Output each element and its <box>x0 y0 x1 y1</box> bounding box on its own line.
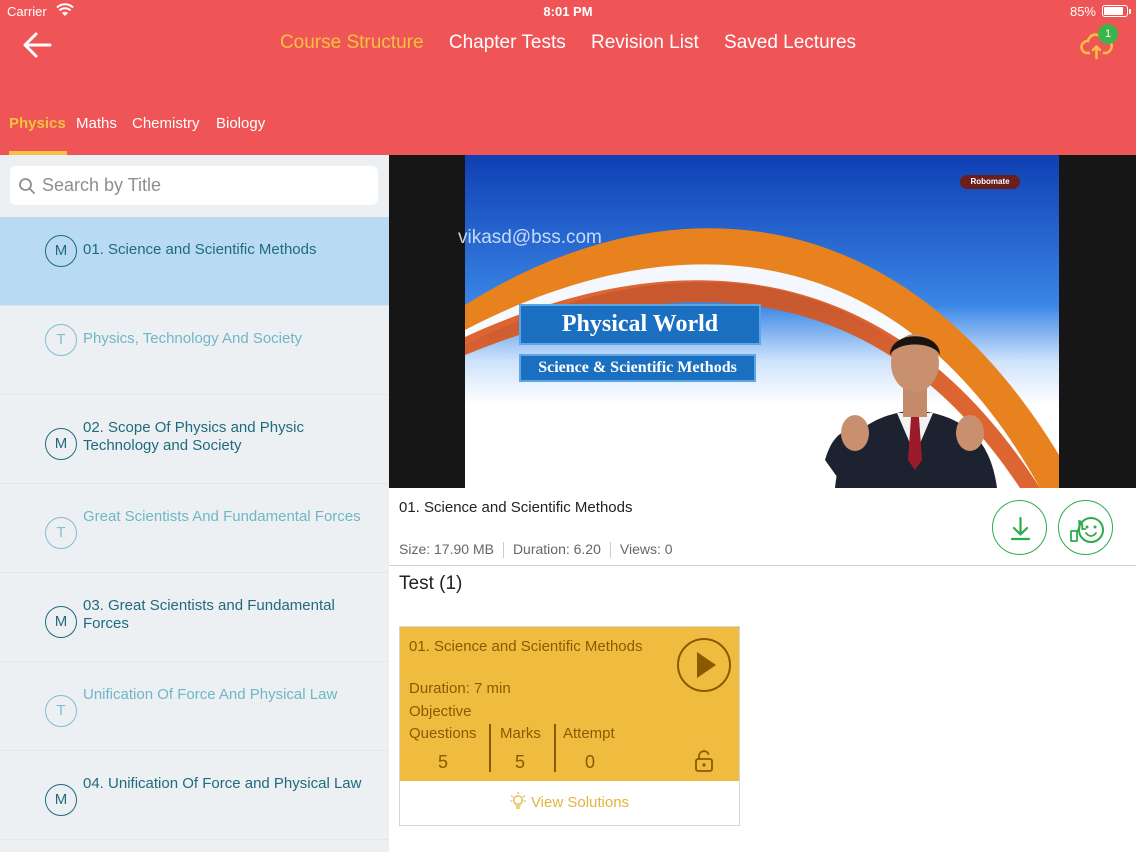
slide-logo: Robomate <box>960 175 1020 189</box>
test-title: 01. Science and Scientific Methods <box>409 638 643 655</box>
module-badge: M <box>45 235 77 267</box>
feedback-button[interactable] <box>1058 500 1113 555</box>
tab-revision-list[interactable]: Revision List <box>591 32 699 54</box>
chapter-item[interactable]: M 03. Great Scientists and Fundamental F… <box>0 573 389 662</box>
tab-chapter-tests[interactable]: Chapter Tests <box>449 32 566 54</box>
chapter-title: Great Scientists And Fundamental Forces <box>83 508 361 525</box>
battery-percentage: 85% <box>1069 4 1096 19</box>
lecture-title: 01. Science and Scientific Methods <box>399 499 633 516</box>
test-badge: T <box>45 695 77 727</box>
lightbulb-icon <box>509 792 526 809</box>
play-icon[interactable] <box>676 637 732 693</box>
unlock-icon <box>695 750 713 772</box>
divider <box>554 724 556 772</box>
marks-label: Marks <box>500 725 541 742</box>
divider <box>489 724 491 772</box>
search-input[interactable] <box>42 166 372 205</box>
status-bar: Carrier 8:01 PM 85% <box>0 0 1136 24</box>
search-icon <box>19 178 35 194</box>
subject-tab-maths[interactable]: Maths <box>76 113 117 155</box>
questions-label: Questions <box>409 725 477 742</box>
test-badge: T <box>45 324 77 356</box>
battery-level <box>1104 7 1123 15</box>
chapter-item[interactable]: M 02. Scope Of Physics and Physic Techno… <box>0 395 389 484</box>
chapter-title: 04. Unification Of Force and Physical La… <box>83 775 362 792</box>
lecture-slide: Robomate Physical World Science & Scient… <box>465 155 1059 488</box>
subject-tab-physics[interactable]: Physics <box>9 113 67 155</box>
subject-tab-biology[interactable]: Biology <box>216 113 265 155</box>
subject-tab-chemistry[interactable]: Chemistry <box>132 113 200 155</box>
chapter-item[interactable]: T Unification Of Force And Physical Law <box>0 662 389 751</box>
slide-title: Physical World <box>519 304 761 345</box>
chapter-item[interactable]: M 01. Science and Scientific Methods <box>0 217 389 306</box>
slide-subtitle: Science & Scientific Methods <box>519 354 756 382</box>
test-card: 01. Science and Scientific Methods Durat… <box>399 626 740 826</box>
lecture-size: Size: 17.90 MB <box>399 541 494 557</box>
divider <box>502 542 504 559</box>
attempt-value: 0 <box>585 752 596 772</box>
view-solutions-label: View Solutions <box>530 794 630 811</box>
chapter-title: 02. Scope Of Physics and Physic Technolo… <box>83 419 304 454</box>
tab-saved-lectures[interactable]: Saved Lectures <box>724 32 856 54</box>
marks-value: 5 <box>515 752 526 772</box>
chapter-title: 03. Great Scientists and Fundamental For… <box>83 597 335 632</box>
search-box <box>10 166 378 205</box>
top-nav: Course Structure Chapter Tests Revision … <box>0 32 1136 54</box>
test-type: Objective <box>409 703 472 720</box>
lecture-views: Views: 0 <box>619 541 673 557</box>
test-duration: Duration: 7 min <box>409 680 511 697</box>
questions-stat: Questions 5 <box>409 725 489 775</box>
chapter-item[interactable]: T Great Scientists And Fundamental Force… <box>0 484 389 573</box>
download-button[interactable] <box>992 500 1047 555</box>
app-header: Carrier 8:01 PM 85% Course Structure Cha… <box>0 0 1136 155</box>
module-badge: M <box>45 428 77 460</box>
marks-stat: Marks 5 <box>500 725 555 775</box>
presenter-image <box>825 334 997 488</box>
tab-course-structure[interactable]: Course Structure <box>280 32 424 54</box>
thumbs-up-face-icon <box>1070 517 1104 543</box>
module-badge: M <box>45 606 77 638</box>
test-card-body: 01. Science and Scientific Methods Durat… <box>400 627 739 781</box>
chapter-title: Physics, Technology And Society <box>83 330 303 347</box>
clock: 8:01 PM <box>543 4 593 19</box>
notification-badge: 1 <box>1098 24 1118 44</box>
view-solutions-button[interactable]: View Solutions <box>400 781 739 825</box>
video-watermark: vikasd@bss.com <box>458 227 602 248</box>
battery-icon <box>1102 5 1131 17</box>
chapter-title: Unification Of Force And Physical Law <box>83 686 338 703</box>
module-badge: M <box>45 784 77 816</box>
divider <box>609 542 611 559</box>
chapter-title: 01. Science and Scientific Methods <box>83 241 317 258</box>
lecture-meta: Size: 17.90 MB Duration: 6.20 Views: 0 <box>399 541 673 559</box>
chapter-sidebar: M 01. Science and Scientific Methods T P… <box>0 155 389 852</box>
chapter-item[interactable]: T Physics, Technology And Society <box>0 306 389 395</box>
chapter-item[interactable]: M 04. Unification Of Force and Physical … <box>0 751 389 840</box>
test-badge: T <box>45 517 77 549</box>
questions-value: 5 <box>438 752 449 772</box>
tests-heading: Test (1) <box>399 573 463 594</box>
lecture-duration: Duration: 6.20 <box>512 541 601 557</box>
video-player[interactable]: Robomate Physical World Science & Scient… <box>389 155 1136 488</box>
lecture-info: 01. Science and Scientific Methods Size:… <box>389 488 1136 566</box>
chapter-list: M 01. Science and Scientific Methods T P… <box>0 217 389 840</box>
attempt-stat: Attempt 0 <box>563 725 633 775</box>
download-icon <box>1010 516 1031 541</box>
attempt-label: Attempt <box>563 725 615 742</box>
